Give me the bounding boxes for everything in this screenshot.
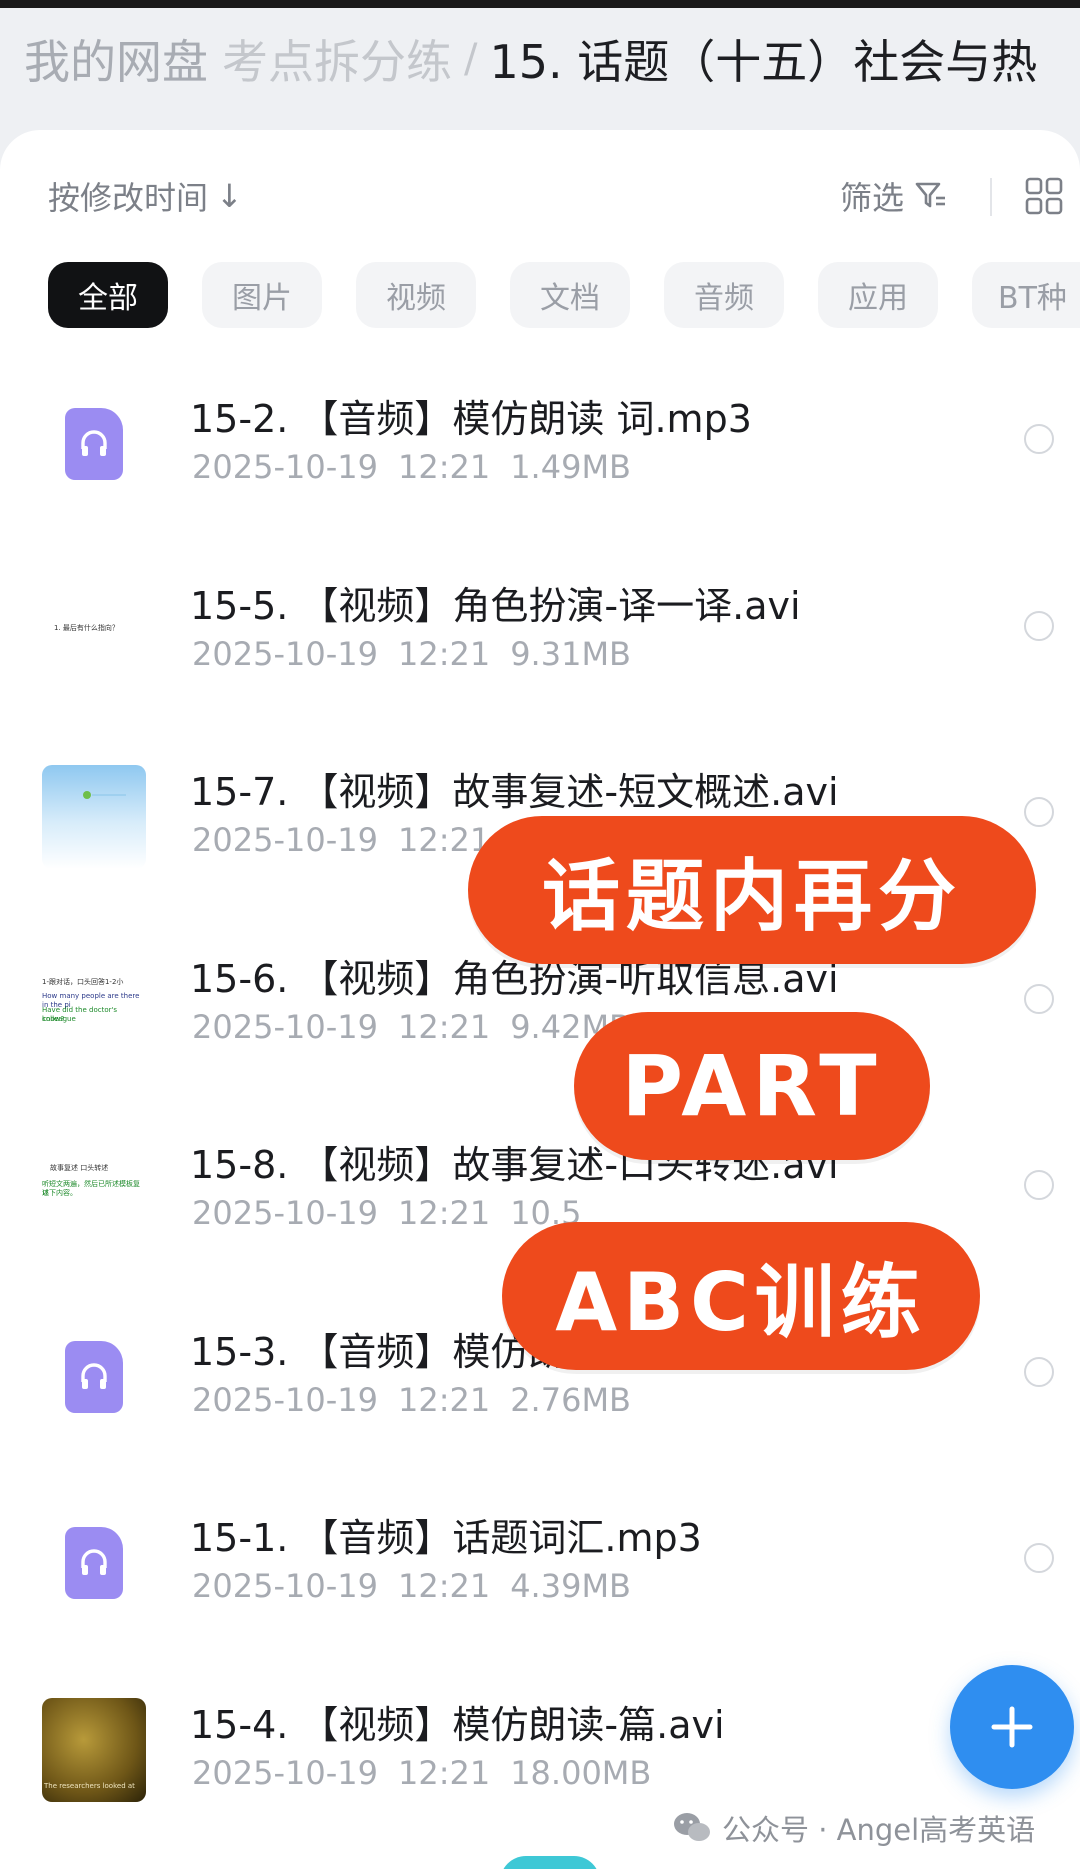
file-thumbnail: 1. 最后有什么指向？ (42, 578, 146, 683)
thumbnail-text: 故事复述 口头转述 (50, 1164, 109, 1172)
file-thumbnail (42, 765, 146, 869)
audio-file-icon (65, 1527, 123, 1599)
file-meta: 2025-10-19 12:21 18.00MB (192, 1753, 652, 1792)
overlay-banner-part: PART (574, 1012, 930, 1160)
breadcrumb-separator: / (464, 36, 478, 82)
file-thumbnail: 1-跟对话，口头回答1-2小 How many people are there… (42, 951, 146, 1056)
plus-icon (991, 1706, 1033, 1748)
file-thumbnail: The researchers looked at (42, 1697, 146, 1802)
sort-button[interactable]: 按修改时间 ↓ (48, 168, 243, 224)
file-meta: 2025-10-19 12:21 4.39MB (192, 1567, 631, 1605)
watermark-text: 公众号 · Angel高考英语 (722, 1813, 1036, 1847)
select-checkbox[interactable] (1024, 610, 1054, 641)
tab-documents[interactable]: 文档 (510, 262, 630, 328)
file-meta: 2025-10-19 12:21 9.31MB (192, 634, 631, 673)
file-thumbnail: 故事复述 口头转述 听短文两遍，然后已所述模板复述 以下内容。 (42, 1138, 146, 1242)
file-meta: 2025-10-19 12:21 (192, 821, 491, 859)
file-name: 15-5. 【视频】角色扮演-译一译.avi (190, 583, 801, 628)
file-thumbnail (42, 392, 146, 496)
filter-button[interactable]: 筛选 (840, 168, 948, 224)
tab-videos[interactable]: 视频 (356, 262, 476, 328)
tab-bt[interactable]: BT种 (972, 262, 1080, 328)
wechat-icon (674, 1813, 710, 1841)
file-name: 15-2. 【音频】模仿朗读 词.mp3 (190, 397, 752, 441)
select-checkbox[interactable] (1024, 424, 1054, 454)
toolbar-divider (990, 178, 992, 216)
select-checkbox[interactable] (1024, 1543, 1054, 1573)
select-checkbox[interactable] (1024, 1356, 1054, 1387)
file-meta: 2025-10-19 12:21 9.42MB (192, 1007, 631, 1046)
tab-all[interactable]: 全部 (48, 262, 168, 328)
thumbnail-text: know? (42, 1014, 65, 1023)
select-checkbox[interactable] (1024, 1170, 1054, 1200)
thumbnail-text: 1-跟对话，口头回答1-2小 (42, 977, 124, 986)
file-thumbnail (42, 1511, 146, 1615)
select-checkbox[interactable] (1024, 797, 1054, 827)
file-meta: 2025-10-19 12:21 2.76MB (192, 1380, 631, 1419)
grid-view-icon[interactable] (1024, 176, 1064, 216)
file-meta: 2025-10-19 12:21 10.5 (192, 1194, 582, 1232)
bottom-tab-indicator (500, 1856, 600, 1869)
breadcrumb-current: 15. 话题（十五）社会与热 (489, 35, 1038, 89)
filter-label: 筛选 (840, 179, 905, 217)
breadcrumb: 我的网盘 考点拆分练 / 15. 话题（十五）社会与热 (24, 24, 1080, 94)
tab-images[interactable]: 图片 (202, 262, 322, 328)
file-name: 15-4. 【视频】模仿朗读-篇.avi (190, 1702, 725, 1747)
tab-audio[interactable]: 音频 (664, 262, 784, 328)
select-checkbox[interactable] (1024, 983, 1054, 1014)
tab-apps[interactable]: 应用 (818, 262, 938, 328)
add-button[interactable] (950, 1665, 1074, 1789)
thumbnail-text: 1. 最后有什么指向？ (54, 623, 119, 632)
category-tabs: 全部 图片 视频 文档 音频 应用 BT种 (48, 262, 1080, 328)
file-meta: 2025-10-19 12:21 1.49MB (192, 448, 631, 486)
file-name: 15-7. 【视频】故事复述-短文概述.avi (190, 770, 839, 814)
file-row[interactable]: 15-2. 【音频】模仿朗读 词.mp3 2025-10-19 12:21 1.49… (0, 360, 1080, 547)
breadcrumb-item-my-drive[interactable]: 我的网盘 (24, 26, 208, 92)
sort-label: 按修改时间 (48, 179, 209, 217)
sort-direction-icon: ↓ (216, 177, 243, 215)
file-thumbnail (42, 1325, 146, 1429)
breadcrumb-item-folder[interactable]: 考点拆分练 (222, 26, 452, 92)
thumbnail-text: 以下内容。 (42, 1189, 77, 1197)
overlay-banner-abc: ABC训练 (502, 1222, 980, 1370)
file-row[interactable]: 1. 最后有什么指向？ 15-5. 【视频】角色扮演-译一译.avi 2025-… (0, 547, 1080, 734)
audio-file-icon (65, 1340, 123, 1413)
filter-icon (915, 182, 946, 208)
file-name: 15-1. 【音频】话题词汇.mp3 (190, 1516, 702, 1560)
overlay-banner-topic: 话题内再分 (468, 816, 1036, 964)
audio-file-icon (65, 408, 123, 480)
thumbnail-text: The researchers looked at (44, 1781, 135, 1790)
watermark: 公众号 · Angel高考英语 (672, 1806, 1035, 1850)
file-row[interactable]: 15-1. 【音频】话题词汇.mp3 2025-10-19 12:21 4.39MB (0, 1479, 1080, 1666)
status-strip (0, 0, 1080, 8)
